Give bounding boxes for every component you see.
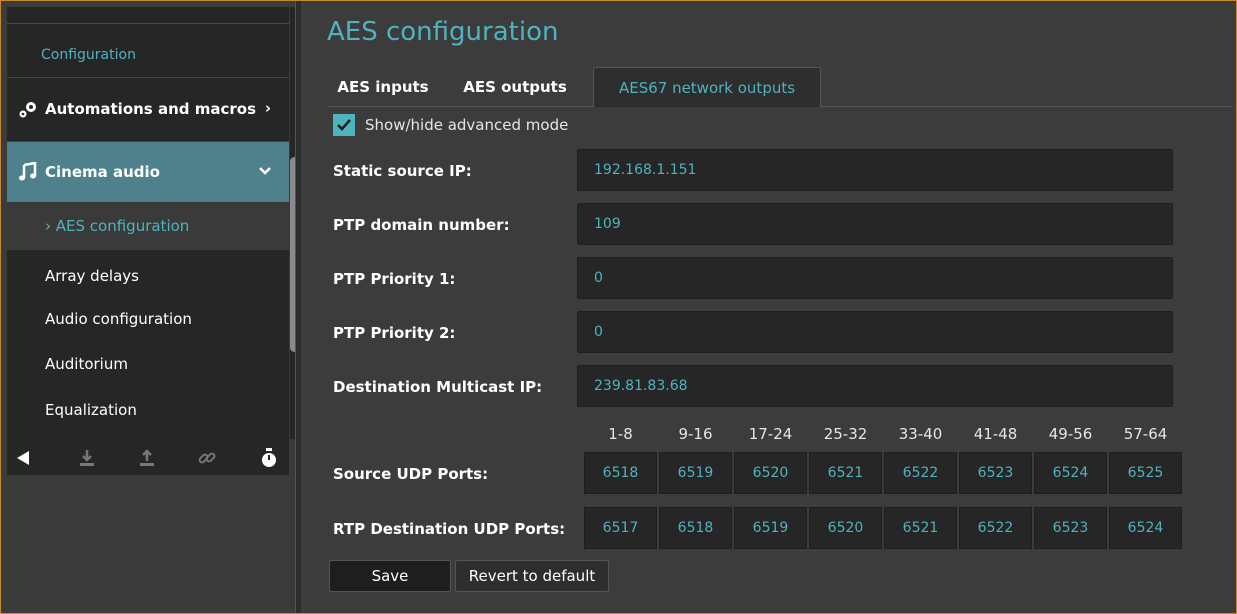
tab-bar: AES inputs AES outputs AES67 network out… xyxy=(327,67,1233,107)
sidebar-group-label-text: Cinema audio xyxy=(45,163,160,181)
rtp-udp-port-field[interactable]: 6521 xyxy=(884,507,957,549)
rtp-udp-port-field[interactable]: 6519 xyxy=(734,507,807,549)
source-udp-port-field[interactable]: 6524 xyxy=(1034,452,1107,494)
destination-multicast-ip-field[interactable]: 239.81.83.68 xyxy=(577,365,1173,407)
port-column-header: 57-64 xyxy=(1123,425,1168,443)
upload-icon[interactable] xyxy=(135,447,159,469)
destination-multicast-ip-label: Destination Multicast IP: xyxy=(333,378,543,396)
link-icon[interactable] xyxy=(195,447,219,469)
timer-icon[interactable] xyxy=(257,447,281,469)
sidebar-item-auditorium[interactable]: Auditorium xyxy=(7,341,289,387)
port-column-header: 41-48 xyxy=(973,425,1018,443)
port-column-header: 33-40 xyxy=(898,425,943,443)
advanced-mode-label: Show/hide advanced mode xyxy=(365,116,569,134)
source-udp-port-field[interactable]: 6518 xyxy=(584,452,657,494)
source-udp-port-field[interactable]: 6519 xyxy=(659,452,732,494)
sidebar-group-automations[interactable]: Automations and macros › xyxy=(7,79,289,139)
page-title: AES configuration xyxy=(327,17,559,47)
static-source-ip-field[interactable]: 192.168.1.151 xyxy=(577,149,1173,191)
sidebar-group-cinema-audio[interactable]: Cinema audio xyxy=(7,142,289,202)
panel-divider[interactable] xyxy=(295,1,301,613)
nav-divider xyxy=(7,77,289,78)
sidebar-item-audio-configuration[interactable]: Audio configuration xyxy=(7,296,289,342)
gears-icon xyxy=(17,98,39,120)
tab-aes-inputs[interactable]: AES inputs xyxy=(327,67,439,107)
sidebar-item-equalization[interactable]: Equalization xyxy=(7,387,289,433)
ptp-priority-1-label: PTP Priority 1: xyxy=(333,270,456,288)
rtp-destination-udp-ports-label: RTP Destination UDP Ports: xyxy=(333,520,566,538)
main-panel: AES configuration AES inputs AES outputs… xyxy=(309,7,1233,609)
chevron-right-icon: › xyxy=(264,99,271,117)
tab-aes-outputs[interactable]: AES outputs xyxy=(439,67,591,107)
checkmark-icon xyxy=(337,119,351,131)
sidebar-item-array-delays[interactable]: Array delays xyxy=(7,253,289,299)
download-icon[interactable] xyxy=(75,447,99,469)
rtp-udp-port-field[interactable]: 6523 xyxy=(1034,507,1107,549)
tab-aes67-network-outputs[interactable]: AES67 network outputs xyxy=(593,67,821,107)
save-button[interactable]: Save xyxy=(329,560,451,592)
music-note-icon xyxy=(17,161,39,183)
port-column-header: 17-24 xyxy=(748,425,793,443)
sidebar-group-label-text: Automations and macros xyxy=(45,100,256,118)
rtp-udp-port-field[interactable]: 6517 xyxy=(584,507,657,549)
source-udp-port-field[interactable]: 6523 xyxy=(959,452,1032,494)
source-udp-port-field[interactable]: 6521 xyxy=(809,452,882,494)
ptp-domain-label: PTP domain number: xyxy=(333,216,510,234)
ptp-priority-2-field[interactable]: 0 xyxy=(577,311,1173,353)
source-udp-ports-label: Source UDP Ports: xyxy=(333,465,489,483)
port-column-header: 9-16 xyxy=(678,425,713,443)
port-column-header: 1-8 xyxy=(608,425,633,443)
nav-section-label: Configuration xyxy=(41,47,136,63)
rtp-udp-port-field[interactable]: 6522 xyxy=(959,507,1032,549)
chevron-down-icon xyxy=(259,162,271,180)
ptp-domain-field[interactable]: 109 xyxy=(577,203,1173,245)
rtp-udp-port-field[interactable]: 6524 xyxy=(1109,507,1182,549)
source-udp-port-field[interactable]: 6525 xyxy=(1109,452,1182,494)
advanced-mode-toggle[interactable]: Show/hide advanced mode xyxy=(333,114,568,136)
sidebar: Configuration Automations and macros › C… xyxy=(7,7,301,609)
rtp-udp-port-field[interactable]: 6520 xyxy=(809,507,882,549)
nav-divider xyxy=(7,23,289,24)
port-column-header: 25-32 xyxy=(823,425,868,443)
rtp-udp-port-field[interactable]: 6518 xyxy=(659,507,732,549)
ptp-priority-2-label: PTP Priority 2: xyxy=(333,324,456,342)
sidebar-nav: Configuration Automations and macros › C… xyxy=(7,7,289,439)
sidebar-toolbar xyxy=(7,439,289,475)
source-udp-port-field[interactable]: 6520 xyxy=(734,452,807,494)
revert-to-default-button[interactable]: Revert to default xyxy=(455,560,609,592)
checkbox[interactable] xyxy=(333,114,355,136)
static-source-ip-label: Static source IP: xyxy=(333,162,472,180)
source-udp-port-field[interactable]: 6522 xyxy=(884,452,957,494)
ptp-priority-1-field[interactable]: 0 xyxy=(577,257,1173,299)
port-column-header: 49-56 xyxy=(1048,425,1093,443)
collapse-left-icon[interactable] xyxy=(11,447,35,469)
sidebar-item-aes-configuration[interactable]: › AES configuration xyxy=(7,202,289,250)
app-window: Configuration Automations and macros › C… xyxy=(0,0,1237,614)
